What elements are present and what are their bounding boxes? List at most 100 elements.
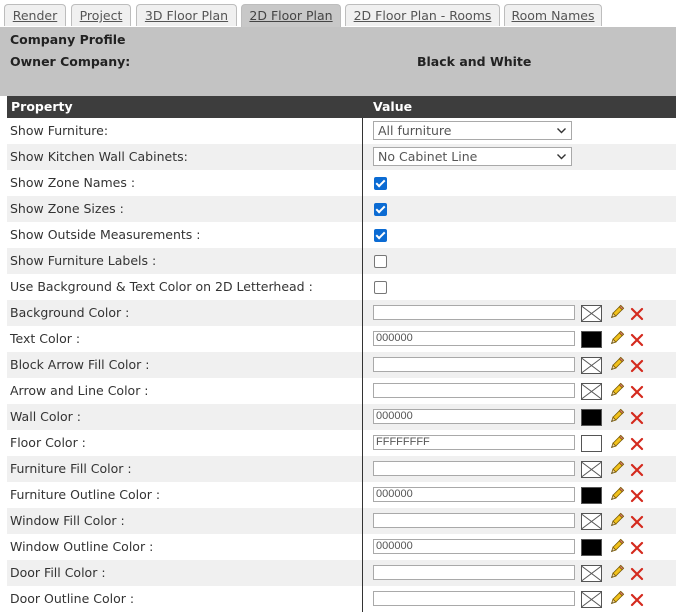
property-label: Floor Color : (10, 435, 86, 450)
property-label: Door Fill Color : (10, 565, 106, 580)
no-color-icon[interactable] (581, 461, 602, 478)
chevron-down-icon (556, 122, 567, 144)
no-color-icon[interactable] (581, 565, 602, 582)
table-row: Window Fill Color : (7, 508, 676, 534)
furniture-fill-color-input[interactable] (373, 461, 575, 476)
tab-2d-floor-plan[interactable]: 2D Floor Plan (241, 4, 341, 27)
property-label: Background Color : (10, 305, 130, 320)
table-row: Wall Color : 000000 (7, 404, 676, 430)
pencil-icon[interactable] (608, 408, 625, 425)
pencil-icon[interactable] (608, 356, 625, 373)
pencil-icon[interactable] (608, 590, 625, 607)
color-swatch[interactable] (581, 331, 602, 348)
property-label: Text Color : (10, 331, 81, 346)
show-zone-names-checkbox[interactable] (374, 177, 387, 190)
text-color-input[interactable]: 000000 (373, 331, 575, 346)
pencil-icon[interactable] (608, 460, 625, 477)
table-row: Furniture Fill Color : (7, 456, 676, 482)
close-icon[interactable] (629, 592, 645, 608)
table-row: Background Color : (7, 300, 676, 326)
close-icon[interactable] (629, 566, 645, 582)
table-header: Property Value (7, 96, 676, 118)
pencil-icon[interactable] (608, 564, 625, 581)
tab-project[interactable]: Project (71, 4, 131, 26)
window-fill-color-input[interactable] (373, 513, 575, 528)
close-icon[interactable] (629, 462, 645, 478)
furniture-outline-color-input[interactable]: 000000 (373, 487, 575, 502)
pencil-icon[interactable] (608, 486, 625, 503)
property-label: Show Furniture Labels : (10, 253, 157, 268)
table-row: Arrow and Line Color : (7, 378, 676, 404)
tab-2d-floor-plan-rooms[interactable]: 2D Floor Plan - Rooms (345, 4, 500, 26)
pencil-icon[interactable] (608, 330, 625, 347)
wall-color-input[interactable]: 000000 (373, 409, 575, 424)
color-swatch[interactable] (581, 409, 602, 426)
no-color-icon[interactable] (581, 357, 602, 374)
property-label: Door Outline Color : (10, 591, 135, 606)
table-row: Door Outline Color : (7, 586, 676, 612)
close-icon[interactable] (629, 410, 645, 426)
show-furniture-labels-checkbox[interactable] (374, 255, 387, 268)
company-profile-title: Company Profile (10, 32, 126, 47)
tab-render[interactable]: Render (4, 4, 66, 26)
pencil-icon[interactable] (608, 304, 625, 321)
table-row: Block Arrow Fill Color : (7, 352, 676, 378)
close-icon[interactable] (629, 358, 645, 374)
no-color-icon[interactable] (581, 383, 602, 400)
close-icon[interactable] (629, 332, 645, 348)
select-value: No Cabinet Line (378, 149, 478, 164)
close-icon[interactable] (629, 384, 645, 400)
property-value-cell (362, 300, 676, 326)
close-icon[interactable] (629, 488, 645, 504)
table-row: Show Zone Names : (7, 170, 676, 196)
pencil-icon[interactable] (608, 512, 625, 529)
color-swatch[interactable] (581, 539, 602, 556)
owner-company-value: Black and White (417, 54, 532, 69)
window-outline-color-input[interactable]: 000000 (373, 539, 575, 554)
pencil-icon[interactable] (608, 538, 625, 555)
property-label: Show Furniture: (10, 123, 109, 138)
show-zone-sizes-checkbox[interactable] (374, 203, 387, 216)
property-value-cell (362, 248, 676, 274)
pencil-icon[interactable] (608, 382, 625, 399)
select-value: All furniture (378, 123, 452, 138)
color-swatch[interactable] (581, 435, 602, 452)
arrow-and-line-color-input[interactable] (373, 383, 575, 398)
property-label: Arrow and Line Color : (10, 383, 149, 398)
close-icon[interactable] (629, 540, 645, 556)
color-swatch[interactable] (581, 487, 602, 504)
door-outline-color-input[interactable] (373, 591, 575, 606)
pencil-icon[interactable] (608, 434, 625, 451)
property-value-cell: FFFFFFFF (362, 430, 676, 456)
property-label: Block Arrow Fill Color : (10, 357, 150, 372)
block-arrow-fill-color-input[interactable] (373, 357, 575, 372)
show-outside-measurements-checkbox[interactable] (374, 229, 387, 242)
table-row: Window Outline Color : 000000 (7, 534, 676, 560)
background-color-input[interactable] (373, 305, 575, 320)
table-row: Use Background & Text Color on 2D Letter… (7, 274, 676, 300)
tab-room-names[interactable]: Room Names (504, 4, 602, 26)
table-row: Show Zone Sizes : (7, 196, 676, 222)
show-kitchen-wall-cabinets-select[interactable]: No Cabinet Line (373, 147, 572, 166)
property-value-cell (362, 508, 676, 534)
floor-color-input[interactable]: FFFFFFFF (373, 435, 575, 450)
close-icon[interactable] (629, 306, 645, 322)
close-icon[interactable] (629, 514, 645, 530)
use-background-and-text-color-on-2d-letterhead-checkbox[interactable] (374, 281, 387, 294)
property-value-cell (362, 560, 676, 586)
no-color-icon[interactable] (581, 591, 602, 608)
no-color-icon[interactable] (581, 305, 602, 322)
property-label: Window Fill Color : (10, 513, 125, 528)
table-row: Show Outside Measurements : (7, 222, 676, 248)
close-icon[interactable] (629, 436, 645, 452)
no-color-icon[interactable] (581, 513, 602, 530)
table-row: Door Fill Color : (7, 560, 676, 586)
tab-3d-floor-plan[interactable]: 3D Floor Plan (136, 4, 237, 26)
property-value-cell (362, 456, 676, 482)
header-value: Value (373, 99, 413, 114)
property-value-cell (362, 222, 676, 248)
door-fill-color-input[interactable] (373, 565, 575, 580)
property-label: Furniture Fill Color : (10, 461, 132, 476)
table-row: Floor Color : FFFFFFFF (7, 430, 676, 456)
show-furniture-select[interactable]: All furniture (373, 121, 572, 140)
